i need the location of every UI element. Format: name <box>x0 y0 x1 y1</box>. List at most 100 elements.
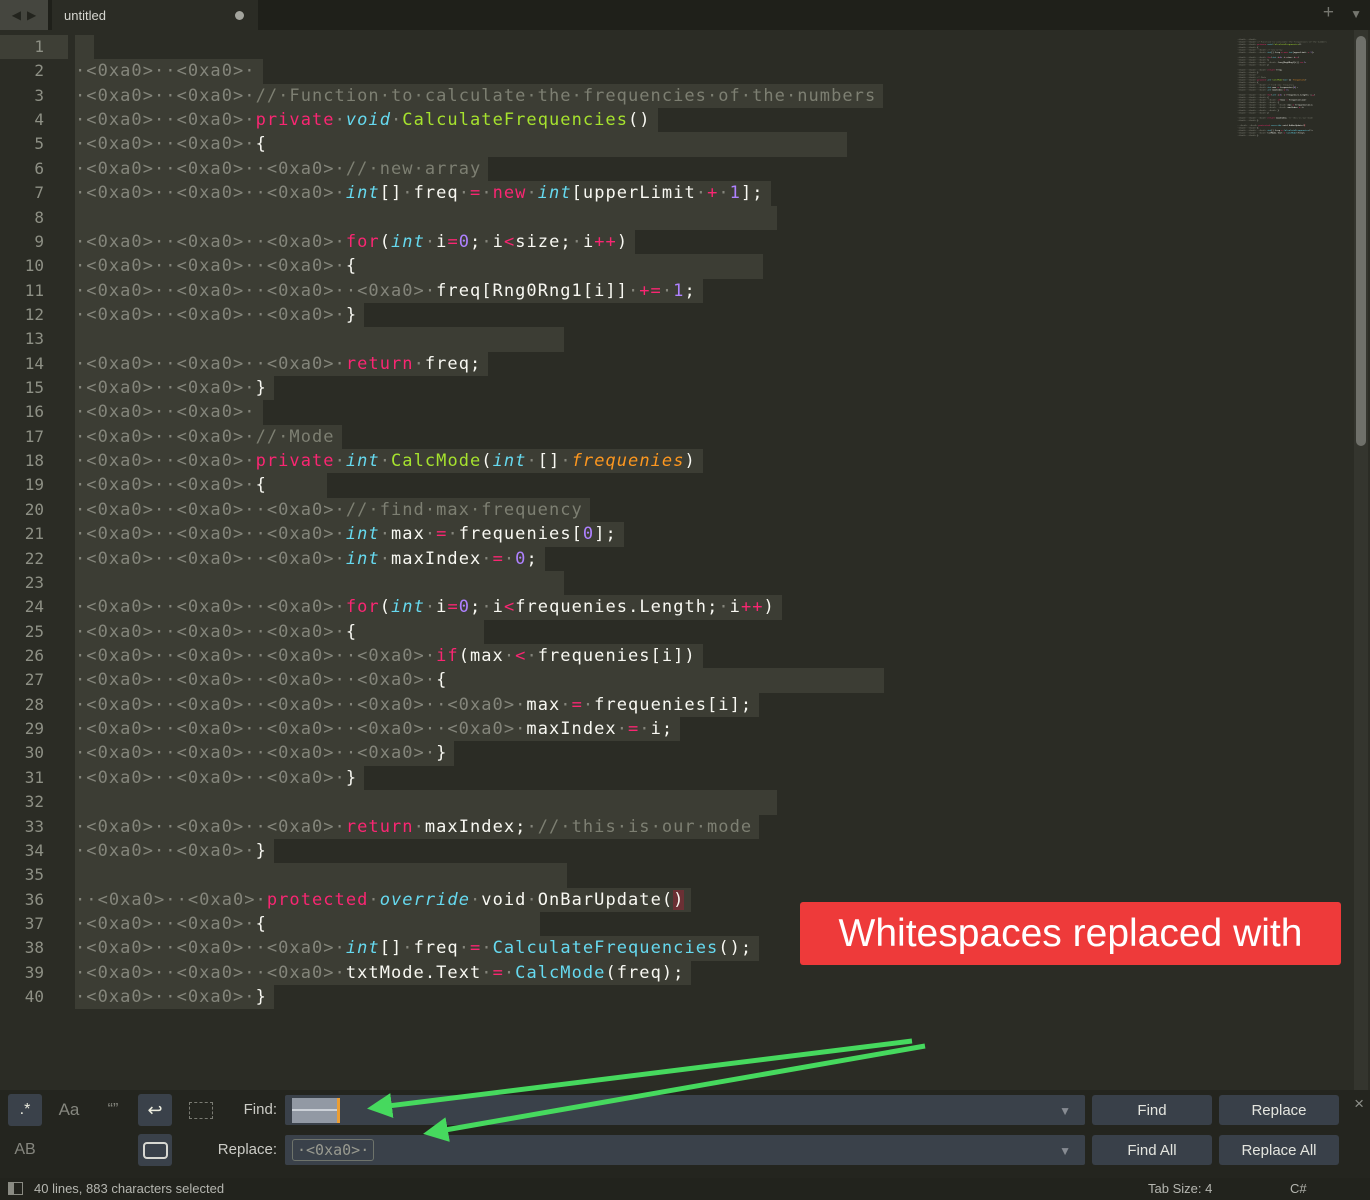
code-token: = <box>447 231 459 252</box>
code-line[interactable]: 29 ·<0xa0>··<0xa0>··<0xa0>··<0xa0>··<0xa0… <box>0 717 1350 742</box>
code-editor[interactable]: 1 2 ·<0xa0>··<0xa0>· 3 ·<0xa0>··<0xa0>·//·Fu… <box>0 30 1350 1010</box>
code-line[interactable]: 16 ·<0xa0>··<0xa0>· <box>0 400 1350 425</box>
code-line[interactable]: 31 ·<0xa0>··<0xa0>··<0xa0>·} <box>0 765 1350 791</box>
forward-icon[interactable]: ▶ <box>27 8 36 22</box>
code-token: i <box>492 597 504 618</box>
code-token: { <box>255 913 267 934</box>
sidebar-toggle-icon[interactable] <box>8 1182 23 1195</box>
selection-band <box>75 790 777 815</box>
find-all-button[interactable]: Find All <box>1092 1135 1212 1165</box>
selection-band: ·<0xa0>··<0xa0>·//·Mode <box>75 424 342 450</box>
code-line[interactable]: 14 ·<0xa0>··<0xa0>··<0xa0>·return·freq; <box>0 351 1350 377</box>
back-icon[interactable]: ◀ <box>12 8 21 22</box>
code-token: int <box>492 451 527 472</box>
code-token: (max <box>458 645 504 666</box>
code-line[interactable]: 9 ·<0xa0>··<0xa0>··<0xa0>·for(int·i=0;·i<… <box>0 229 1350 255</box>
code-line[interactable]: 40 ·<0xa0>··<0xa0>·} <box>0 985 1350 1010</box>
code-line[interactable]: 11 ·<0xa0>··<0xa0>··<0xa0>··<0xa0>·freq[R… <box>0 278 1350 303</box>
tab-size-indicator[interactable]: Tab Size: 4 <box>1148 1181 1212 1196</box>
code-token: · <box>379 451 392 472</box>
code-line[interactable]: 20 ·<0xa0>··<0xa0>··<0xa0>·//·find·max·fr… <box>0 497 1350 523</box>
whole-word-toggle-button[interactable]: AB <box>8 1134 42 1166</box>
code-token: int <box>345 524 380 545</box>
scrollbar-thumb[interactable] <box>1356 36 1366 446</box>
code-line[interactable]: 32 <box>0 790 1350 815</box>
replace-input[interactable]: ·<0xa0>· ▼ <box>285 1135 1085 1165</box>
line-number: 19 <box>24 475 44 495</box>
find-history-dropdown-icon[interactable]: ▼ <box>1059 1104 1071 1118</box>
wrap-toggle-button[interactable]: ↩ <box>138 1094 172 1126</box>
find-input[interactable]: ▼ <box>285 1095 1085 1125</box>
literal-toggle-button[interactable]: “” <box>96 1094 130 1126</box>
tab-untitled[interactable]: untitled <box>52 0 258 30</box>
replace-button[interactable]: Replace <box>1219 1095 1339 1125</box>
minimap[interactable]: ·<0xa0>··<0xa0>· ·<0xa0>··<0xa0>·//·Funct… <box>1237 36 1337 140</box>
selection-band: ·<0xa0>··<0xa0>··<0xa0>·for(int·i=0;·i<s… <box>75 229 636 255</box>
code-line[interactable]: 7 ·<0xa0>··<0xa0>··<0xa0>·int[]·freq·=·ne… <box>0 181 1350 206</box>
code-token: //·Mode <box>255 426 335 447</box>
code-token: frequenies <box>571 451 685 472</box>
code-line[interactable]: 1 <box>0 35 1350 60</box>
code-line[interactable]: 5 ·<0xa0>··<0xa0>·{ <box>0 132 1350 157</box>
code-token: //·this·is·our·mode <box>537 816 753 837</box>
selection-band: ·<0xa0>··<0xa0>·} <box>75 985 274 1010</box>
scrollbar-track[interactable] <box>1354 30 1368 1090</box>
code-token: · <box>481 548 493 569</box>
code-line[interactable]: 13 <box>0 327 1350 352</box>
code-token: ( <box>379 597 391 618</box>
syntax-indicator[interactable]: C# <box>1290 1181 1307 1196</box>
code-line[interactable]: 10 ·<0xa0>··<0xa0>··<0xa0>·{ <box>0 254 1350 279</box>
code-line[interactable]: 19 ·<0xa0>··<0xa0>·{ <box>0 473 1350 498</box>
code-line[interactable]: 23 <box>0 570 1350 596</box>
find-label: Find: <box>243 1101 277 1118</box>
code-token: int <box>391 597 425 618</box>
code-line[interactable]: 33 ·<0xa0>··<0xa0>··<0xa0>·return·maxInde… <box>0 814 1350 839</box>
code-line[interactable]: 30 ·<0xa0>··<0xa0>··<0xa0>··<0xa0>·} <box>0 741 1350 766</box>
code-token: ·<0xa0>··<0xa0>· <box>75 61 256 82</box>
code-token: max <box>526 694 561 715</box>
code-line[interactable]: 27 ·<0xa0>··<0xa0>··<0xa0>··<0xa0>·{ <box>0 668 1350 693</box>
code-line[interactable]: 22 ·<0xa0>··<0xa0>··<0xa0>·int·maxIndex·=… <box>0 546 1350 571</box>
code-line[interactable]: 25 ·<0xa0>··<0xa0>··<0xa0>·{ <box>0 619 1350 644</box>
code-token: ·<0xa0>··<0xa0>··<0xa0>· <box>75 816 346 837</box>
selection-band: ·<0xa0>··<0xa0>··<0xa0>·int·max·=·freque… <box>75 522 624 547</box>
code-line[interactable]: 4 ·<0xa0>··<0xa0>·private·void·CalculateF… <box>0 108 1350 133</box>
tab-overflow-icon[interactable]: ▼ <box>1350 7 1362 21</box>
code-line[interactable]: 21 ·<0xa0>··<0xa0>··<0xa0>·int·max·=·freq… <box>0 522 1350 547</box>
regex-toggle-button[interactable]: .* <box>8 1094 42 1126</box>
code-line[interactable]: 28 ·<0xa0>··<0xa0>··<0xa0>··<0xa0>··<0xa0… <box>0 692 1350 718</box>
code-line[interactable]: 24 ·<0xa0>··<0xa0>··<0xa0>·for(int·i=0;·i… <box>0 595 1350 620</box>
code-line[interactable]: 12 ·<0xa0>··<0xa0>··<0xa0>·} <box>0 302 1350 328</box>
code-line[interactable]: 8 <box>0 205 1350 230</box>
close-panel-icon[interactable]: × <box>1354 1094 1364 1114</box>
selection-band: ·<0xa0>··<0xa0>·} <box>75 838 274 864</box>
code-line[interactable]: 2 ·<0xa0>··<0xa0>· <box>0 59 1350 84</box>
code-token: · <box>481 597 493 618</box>
code-line[interactable]: 15 ·<0xa0>··<0xa0>·} <box>0 376 1350 401</box>
code-line[interactable]: 26 ·<0xa0>··<0xa0>··<0xa0>··<0xa0>·if(max… <box>0 643 1350 669</box>
code-token: · <box>560 694 572 715</box>
find-button[interactable]: Find <box>1092 1095 1212 1125</box>
replace-all-button[interactable]: Replace All <box>1219 1135 1339 1165</box>
highlight-matches-toggle-button[interactable] <box>138 1134 172 1166</box>
case-sensitive-toggle-button[interactable]: Aa <box>52 1094 86 1126</box>
code-line[interactable]: 17 ·<0xa0>··<0xa0>·//·Mode <box>0 424 1350 450</box>
code-token: · <box>571 231 583 252</box>
selection-band: ·<0xa0>··<0xa0>··<0xa0>·{ <box>75 619 484 644</box>
code-line[interactable]: 34 ·<0xa0>··<0xa0>·} <box>0 838 1350 864</box>
code-line[interactable]: 35 <box>0 863 1350 888</box>
code-token: ·<0xa0>··<0xa0>··<0xa0>· <box>75 353 346 374</box>
tab-nav-box: ◀ ▶ <box>0 0 48 30</box>
selection-band: ·<0xa0>··<0xa0>·//·Function·to·calculate… <box>75 83 884 109</box>
code-line[interactable]: 3 ·<0xa0>··<0xa0>·//·Function·to·calculat… <box>0 83 1350 109</box>
code-line[interactable]: 18 ·<0xa0>··<0xa0>·private·int·CalcMode(i… <box>0 449 1350 474</box>
code-token: · <box>334 451 346 472</box>
code-line[interactable]: 6 ·<0xa0>··<0xa0>··<0xa0>·//·new·array <box>0 156 1350 182</box>
selection-band: ·<0xa0>··<0xa0>··<0xa0>··<0xa0>·{ <box>75 668 884 693</box>
code-token: ·<0xa0>··<0xa0>··<0xa0>··<0xa0>· <box>75 645 437 666</box>
code-token: ·<0xa0>··<0xa0>· <box>75 426 256 447</box>
replace-history-dropdown-icon[interactable]: ▼ <box>1059 1144 1071 1158</box>
code-token: ·<0xa0>··<0xa0>··<0xa0>· <box>75 548 346 569</box>
new-tab-icon[interactable]: + <box>1323 2 1334 24</box>
line-number: 8 <box>34 207 44 227</box>
